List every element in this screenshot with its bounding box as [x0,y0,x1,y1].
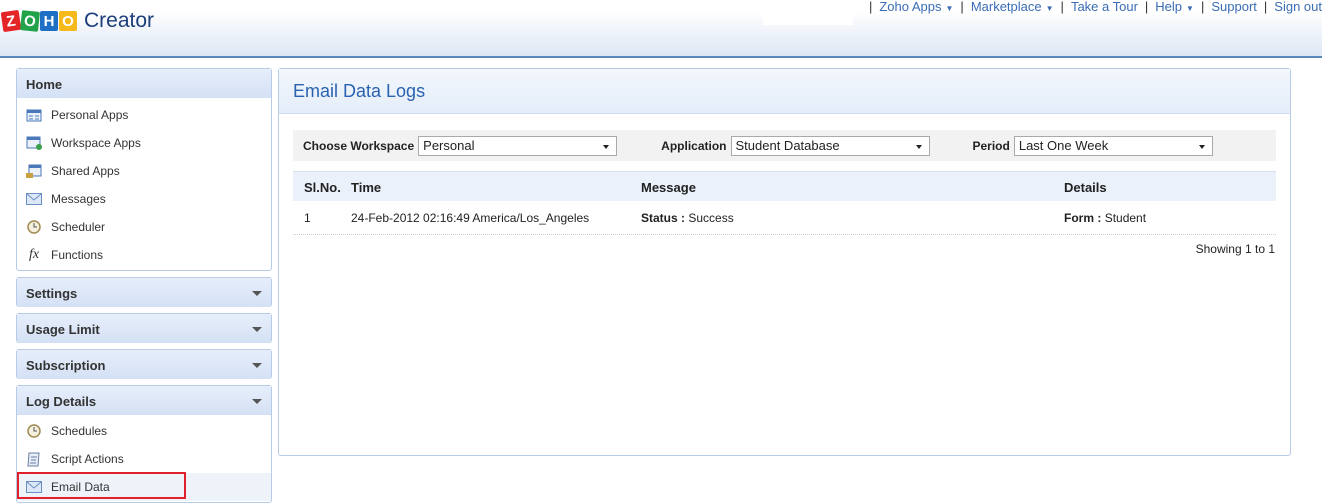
period-select[interactable]: Last One Week [1013,135,1213,156]
chevron-down-icon [252,363,262,368]
home-panel: Home Personal Apps Workspace Apps Shared… [16,68,272,271]
link-label: Zoho Apps [879,0,942,14]
clock-icon [26,220,42,234]
item-label: Shared Apps [51,164,120,178]
item-label: Scheduler [51,220,106,234]
subscription-header[interactable]: Subscription [17,350,271,379]
main-panel: Email Data Logs Choose Workspace Persona… [278,68,1291,456]
envelope-icon [26,192,42,206]
chevron-down-icon [252,291,262,296]
sidebar-item-schedules[interactable]: Schedules [17,417,271,445]
workspace-label: Choose Workspace [303,138,415,153]
col-message: Message [641,180,696,195]
settings-header[interactable]: Settings [17,278,271,307]
table-row: 1 24-Feb-2012 02:16:49 America/Los_Angel… [293,202,1276,235]
take-a-tour-link[interactable]: Take a Tour [1071,0,1138,14]
header-label: Subscription [26,358,106,373]
chevron-down-icon [252,399,262,404]
apps-icon [26,108,42,122]
sidebar-item-shared-apps[interactable]: Shared Apps [17,157,271,185]
sidebar-item-workspace-apps[interactable]: Workspace Apps [17,129,271,157]
link-label: Help [1155,0,1183,14]
status-label: Status : [641,211,686,225]
script-icon [26,452,42,466]
application-select[interactable]: Student Database [730,135,930,156]
logo-letter: O [59,11,77,31]
workspace-apps-icon [26,136,42,150]
header-label: Settings [26,286,78,301]
product-name: Creator [84,9,155,32]
table-header: Sl.No. Time Message Details [293,171,1276,201]
caret-down-icon: ▼ [945,4,954,13]
cell-slno: 1 [304,211,311,225]
header-label: Log Details [26,394,97,409]
settings-panel[interactable]: Settings [16,277,272,307]
sidebar-item-functions[interactable]: fx Functions [17,241,271,269]
item-label: Script Actions [51,452,124,466]
home-header[interactable]: Home [17,69,271,98]
period-label: Period [972,138,1010,153]
sidebar-item-messages[interactable]: Messages [17,185,271,213]
caret-down-icon: ▼ [1186,4,1194,13]
help-link[interactable]: Help ▼ [1155,0,1194,14]
sidebar-item-scheduler[interactable]: Scheduler [17,213,271,241]
page-title: Email Data Logs [279,69,1290,114]
usage-limit-header[interactable]: Usage Limit [17,314,271,343]
item-label: Workspace Apps [51,136,141,150]
top-header: Z O H O Creator | Zoho Apps ▼ | Marketplace… [0,0,1322,58]
chevron-down-icon [252,327,262,332]
workspace-select[interactable]: Personal [418,135,618,156]
usage-limit-panel[interactable]: Usage Limit [16,313,272,343]
sign-out-link[interactable]: Sign out [1274,0,1322,14]
clock-icon [26,424,42,438]
sidebar-item-personal-apps[interactable]: Personal Apps [17,101,271,129]
log-details-header[interactable]: Log Details [17,386,271,415]
zoho-creator-logo[interactable]: Z O H O Creator [0,9,155,33]
item-label: Personal Apps [51,108,129,122]
logo-letter: O [20,10,40,32]
item-label: Schedules [51,424,108,438]
item-label: Messages [51,192,106,206]
col-details: Details [1064,180,1107,195]
top-links: | Zoho Apps ▼ | Marketplace ▼ | Take a Tour |… [868,0,1322,14]
sidebar-item-script-actions[interactable]: Script Actions [17,445,271,473]
highlight-box [17,472,186,499]
item-label: Functions [51,248,104,262]
filter-bar: Choose Workspace Personal Application St… [293,130,1276,161]
function-fx-icon: fx [28,247,40,262]
pagination-info: Showing 1 to 1 [1195,242,1275,256]
logo-letter: Z [0,9,22,33]
form-value: Student [1104,211,1147,225]
application-label: Application [661,138,727,153]
col-slno: Sl.No. [304,180,341,195]
blank-area [763,0,853,25]
cell-time: 24-Feb-2012 02:16:49 America/Los_Angeles [351,211,590,225]
logo-letter: H [40,11,58,31]
header-label: Usage Limit [26,322,100,337]
link-label: Marketplace [970,0,1042,14]
shared-apps-icon [26,164,42,178]
marketplace-link[interactable]: Marketplace ▼ [971,0,1054,14]
support-link[interactable]: Support [1211,0,1257,14]
caret-down-icon: ▼ [1045,4,1054,13]
col-time: Time [351,180,382,195]
zoho-apps-link[interactable]: Zoho Apps ▼ [879,0,953,14]
form-label: Form : [1064,211,1102,225]
subscription-panel[interactable]: Subscription [16,349,272,379]
status-value: Success [688,211,734,225]
